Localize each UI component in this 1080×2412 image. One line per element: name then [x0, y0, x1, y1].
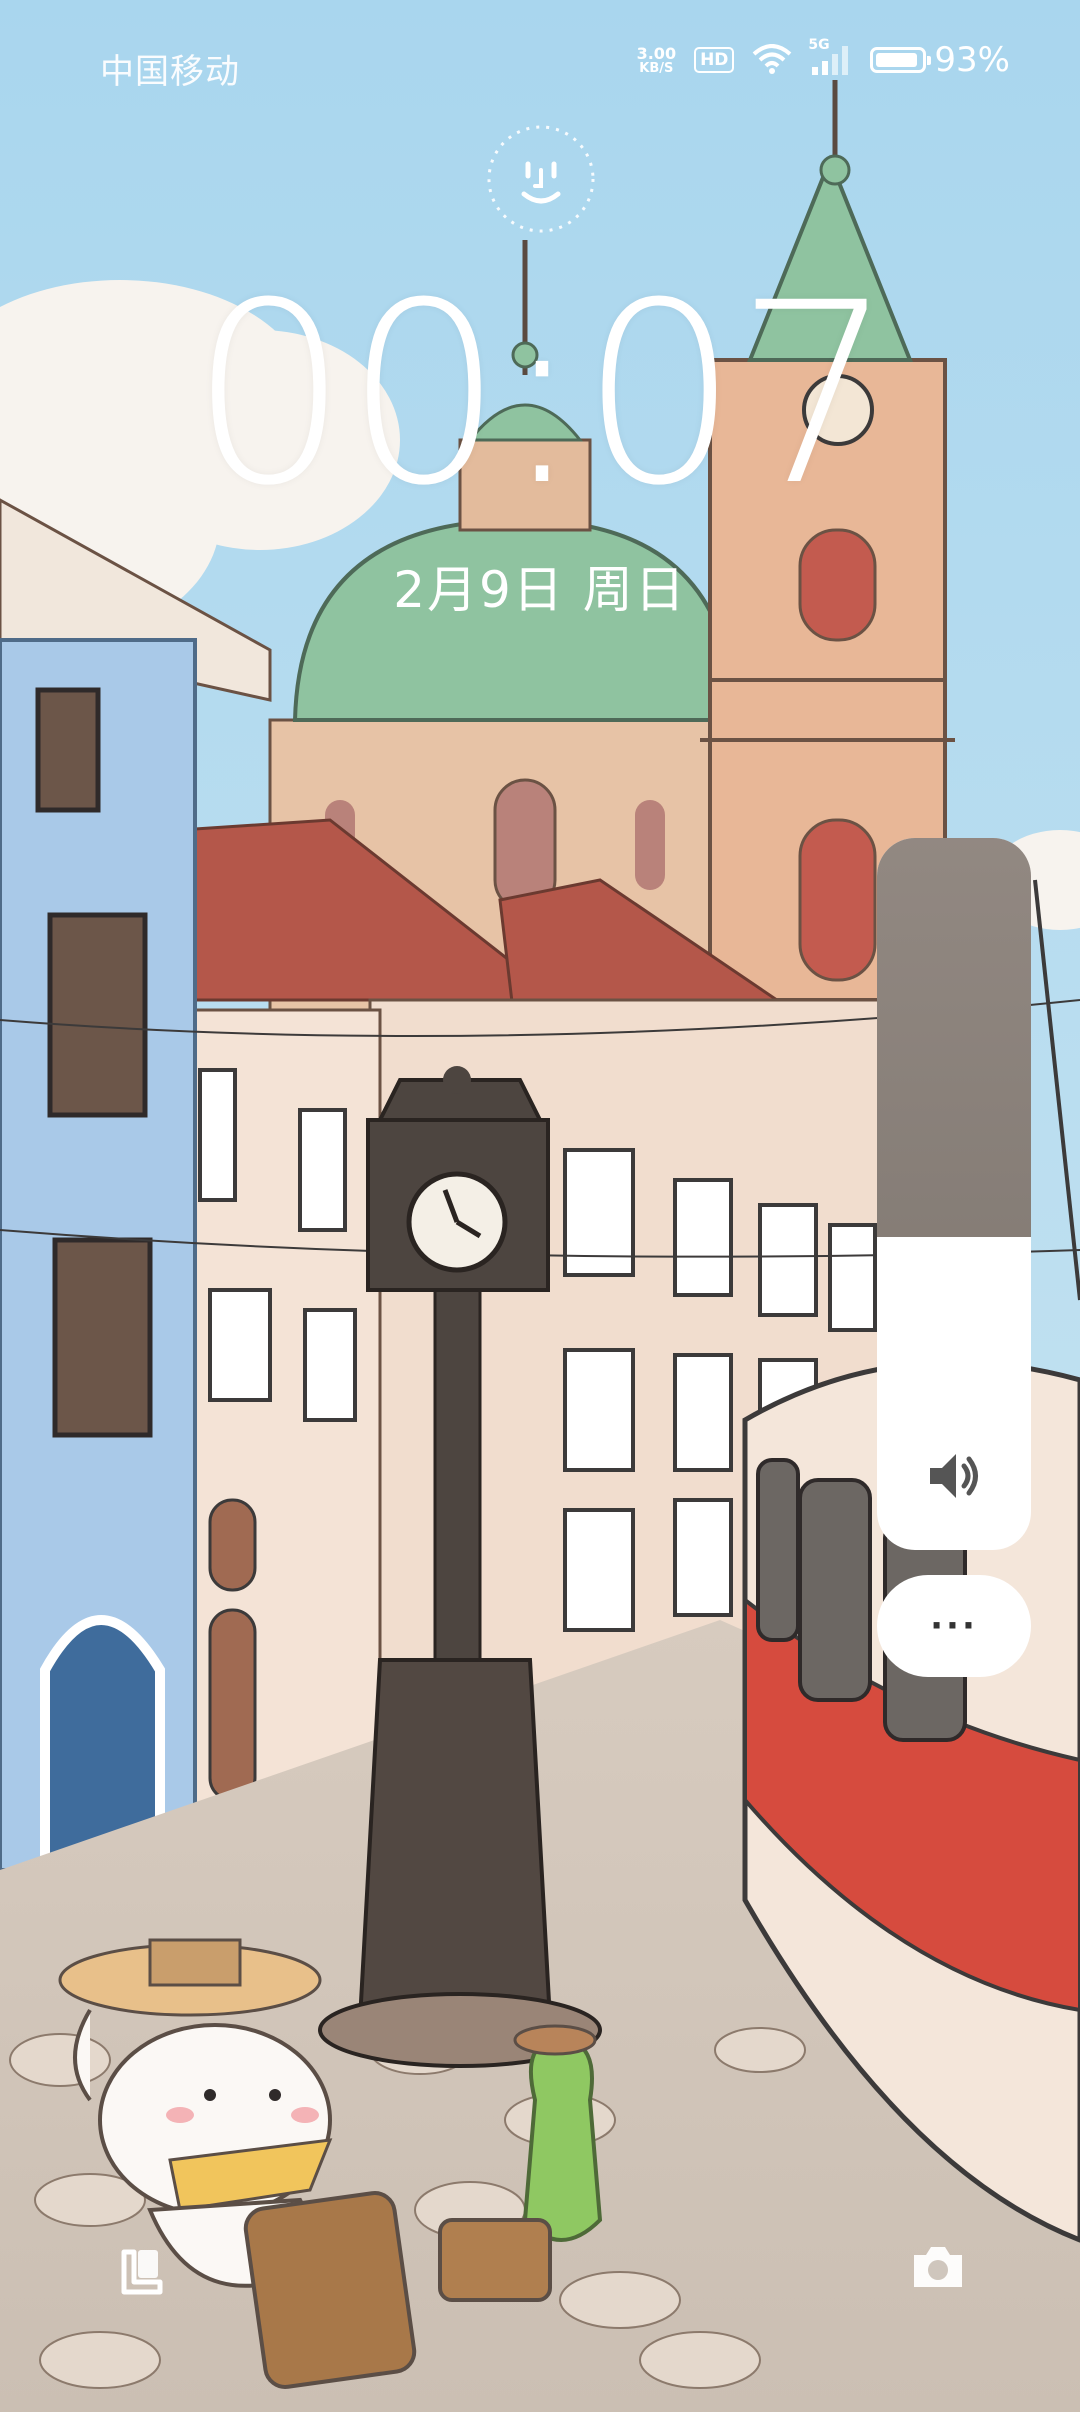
network-speed-value: 3.00 [636, 43, 677, 63]
carrier-name: 中国移动 [100, 52, 240, 92]
battery-percent: 93% [934, 40, 1010, 80]
wifi-icon [753, 44, 792, 74]
network-type-label: 5G [808, 37, 830, 53]
speaker-icon [930, 1454, 978, 1498]
volume-slider-empty-track [877, 838, 1031, 1237]
camera-icon[interactable] [906, 2235, 970, 2299]
network-speed: 3.00 KB/S [636, 43, 677, 76]
volume-more-button[interactable]: ··· [877, 1575, 1031, 1677]
status-bar: 中国移动 3.00 KB/S HD 5G 93% [0, 0, 1080, 130]
battery-indicator: 93% [870, 40, 1010, 80]
lock-screen-date: 2月9日 周日 [393, 561, 687, 619]
volume-slider[interactable] [877, 838, 1031, 1550]
battery-icon [870, 47, 932, 73]
network-speed-unit: KB/S [639, 60, 674, 76]
more-icon: ··· [930, 1606, 978, 1646]
lock-screen-time: 00:07 [189, 249, 894, 540]
cellular-signal: 5G [808, 37, 852, 77]
status-icons: 3.00 KB/S HD 5G 93% [636, 37, 1010, 80]
hd-icon: HD [694, 47, 735, 73]
smart-card-icon[interactable] [110, 2240, 174, 2304]
face-unlock-icon[interactable] [482, 120, 600, 238]
